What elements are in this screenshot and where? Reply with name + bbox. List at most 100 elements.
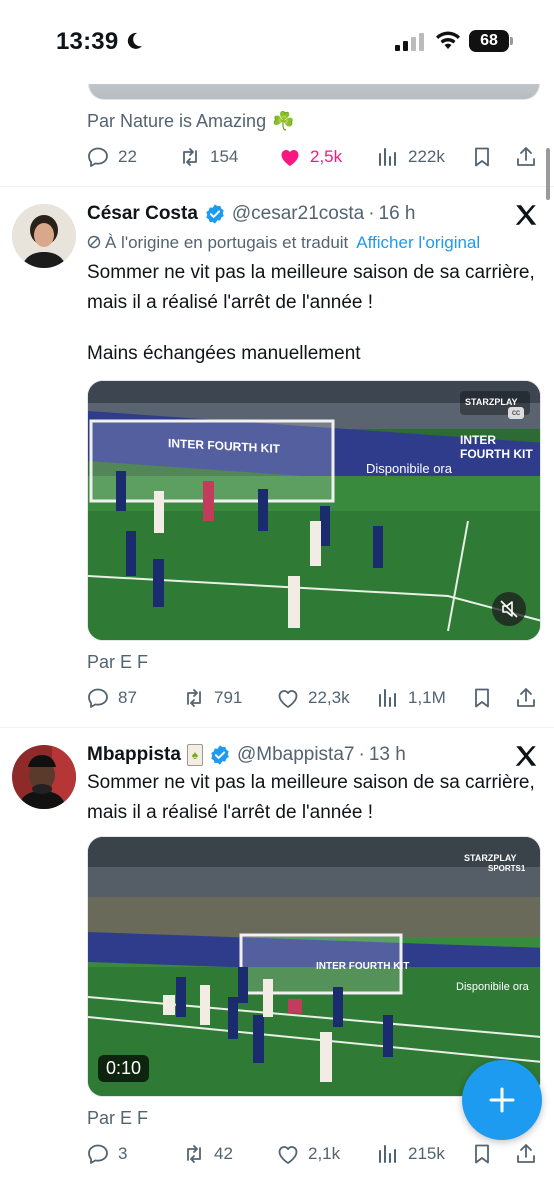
like-icon (281, 150, 299, 166)
avatar[interactable] (12, 745, 76, 809)
battery-indicator: 68 (469, 30, 509, 52)
views-count: 1,1M (408, 688, 446, 707)
share-button[interactable] (514, 143, 546, 171)
show-original-link[interactable]: Afficher l'original (356, 233, 480, 252)
like-count: 2,1k (308, 1144, 341, 1163)
repost-icon (187, 689, 201, 707)
x-logo-icon[interactable] (513, 202, 539, 228)
tweet-2-header: César Costa @cesar21costa · 16 h (87, 200, 416, 228)
cc-badge: cc (508, 407, 524, 419)
status-time: 13:39 (56, 28, 119, 55)
avatar[interactable] (12, 204, 76, 268)
translation-line: À l'origine en portugais et traduit Affic… (87, 233, 480, 253)
views-button[interactable]: 215k (376, 1140, 445, 1168)
tweet-2-source[interactable]: Par E F (87, 652, 148, 673)
repost-icon (187, 1145, 201, 1163)
repost-button[interactable]: 42 (182, 1140, 233, 1168)
avatar-image (12, 204, 76, 268)
wifi-icon (436, 31, 460, 49)
verified-icon (211, 745, 229, 765)
repost-icon (183, 148, 197, 166)
views-icon (379, 1145, 396, 1163)
tweet-3-text: Sommer ne vit pas la meilleure saison de… (87, 772, 535, 823)
moon-icon (127, 32, 142, 49)
timestamp[interactable]: 16 h (379, 203, 416, 225)
like-icon (278, 1146, 298, 1164)
repost-count: 154 (210, 147, 239, 166)
board-text-right: INTER FOURTH KIT (460, 433, 533, 461)
divider (0, 186, 554, 187)
like-button[interactable]: 2,5k (278, 143, 342, 171)
tweet-3-actions: 3 42 2,1k 215k (86, 1140, 538, 1168)
battery-nub (510, 37, 513, 45)
video-duration: 0:10 (98, 1055, 150, 1082)
bookmark-icon (475, 688, 489, 708)
views-icon (379, 148, 396, 166)
board-available: Disponibile ora (456, 981, 529, 993)
tweet-2-text-line2: Mains échangées manuellement (87, 343, 361, 364)
repost-count: 42 (214, 1144, 233, 1163)
repost-button[interactable]: 791 (182, 684, 242, 712)
tweet-2-text: Sommer ne vit pas la meilleure saison de… (87, 262, 535, 313)
like-count: 22,3k (308, 688, 350, 707)
mute-button[interactable] (492, 592, 526, 626)
clover-emoji: ☘️ (272, 111, 295, 131)
brand-overlay-sub: SPORTS1 (488, 864, 526, 873)
bookmark-icon (475, 1144, 489, 1164)
brand-overlay: STARZPLAY (465, 397, 518, 407)
repost-button[interactable]: 154 (178, 143, 238, 171)
board-available: Disponibile ora (366, 461, 452, 476)
tweet-1-source-label: Par Nature is Amazing (87, 111, 267, 131)
translate-icon (87, 235, 101, 249)
timestamp[interactable]: 13 h (369, 744, 406, 766)
share-icon (517, 1144, 535, 1163)
views-button[interactable]: 222k (376, 143, 445, 171)
x-logo-icon[interactable] (513, 743, 539, 769)
reply-button[interactable]: 87 (86, 684, 137, 712)
share-icon (517, 688, 535, 707)
compose-plus-icon (489, 1087, 515, 1113)
display-name[interactable]: César Costa (87, 203, 198, 225)
bookmark-button[interactable] (470, 684, 502, 712)
scrollbar[interactable] (546, 148, 550, 200)
brand-overlay: STARZPLAY (464, 853, 517, 863)
share-button[interactable] (514, 1140, 546, 1168)
views-button[interactable]: 1,1M (376, 684, 446, 712)
reply-icon (88, 688, 108, 708)
tweet-1-source[interactable]: Par Nature is Amazing ☘️ (87, 111, 295, 132)
mute-icon (500, 600, 518, 618)
tweet-3-video[interactable]: INTER FOURTH KIT Disponibile ora STARZPL… (87, 836, 541, 1097)
reply-count: 22 (118, 147, 137, 166)
views-icon (379, 689, 396, 707)
reply-icon (88, 147, 108, 167)
reply-button[interactable]: 22 (86, 143, 137, 171)
share-button[interactable] (514, 684, 546, 712)
bookmark-button[interactable] (470, 1140, 502, 1168)
video-frame (88, 837, 540, 1096)
tweet-2-video[interactable]: INTER FOURTH KIT INTER FOURTH KIT Dispon… (87, 380, 541, 641)
reply-count: 87 (118, 688, 137, 707)
separator-dot: · (368, 203, 375, 224)
views-count: 215k (408, 1144, 445, 1163)
views-count: 222k (408, 147, 445, 166)
avatar-image (12, 745, 76, 809)
reply-icon (88, 1144, 108, 1164)
tweet-3-source[interactable]: Par E F (87, 1108, 148, 1129)
bookmark-icon (475, 147, 489, 167)
like-count: 2,5k (310, 147, 343, 166)
translation-note: À l'origine en portugais et traduit (105, 233, 349, 252)
handle[interactable]: @Mbappista7 (237, 744, 355, 766)
handle[interactable]: @cesar21costa (232, 203, 364, 225)
display-name[interactable]: Mbappista (87, 744, 181, 766)
tweet-3-header: Mbappista ♠ @Mbappista7 · 13 h (87, 741, 406, 769)
like-button[interactable]: 2,1k (276, 1140, 340, 1168)
bookmark-button[interactable] (470, 143, 502, 171)
video-frame (88, 381, 540, 640)
compose-button[interactable] (462, 1060, 542, 1140)
card-emoji-icon: ♠ (186, 744, 203, 766)
like-icon (278, 690, 298, 708)
reply-button[interactable]: 3 (86, 1140, 127, 1168)
tweet-2-actions: 87 791 22,3k 1,1M (86, 684, 538, 712)
tweet-1-actions: 22 154 2,5k 222k (86, 143, 538, 171)
like-button[interactable]: 22,3k (276, 684, 350, 712)
